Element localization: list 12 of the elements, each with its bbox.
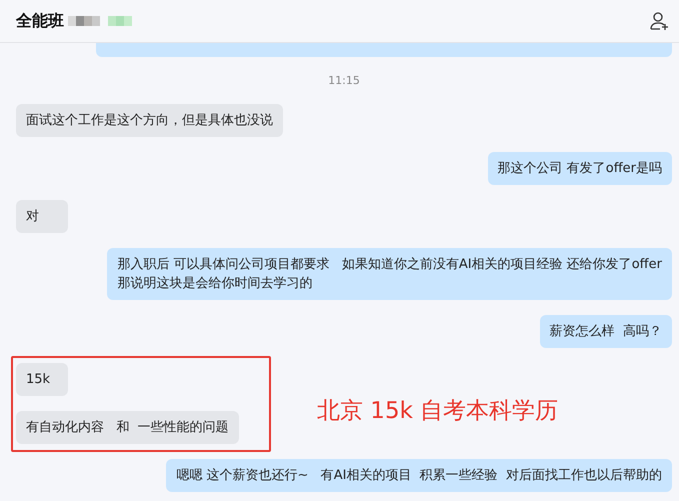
message-bubble: 15k bbox=[16, 363, 68, 396]
message-bubble: 嗯嗯 这个薪资也还行~ 有AI相关的项目 积累一些经验 对后面找工作也以后帮助的 bbox=[166, 459, 672, 492]
chat-title: 全能班 bbox=[16, 10, 64, 32]
message-bubble: 有自动化内容 和 一些性能的问题 bbox=[16, 411, 239, 444]
message-bubble: 对 bbox=[16, 200, 68, 233]
add-person-icon[interactable] bbox=[649, 10, 671, 32]
timestamp: 11:15 bbox=[328, 73, 360, 89]
annotation-text: 北京 15k 自考本科学历 bbox=[317, 397, 558, 426]
message-bubble: 薪资怎么样 高吗？ bbox=[540, 315, 672, 348]
message-bubble: 那入职后 可以具体问公司项目都要求 如果知道你之前没有AI相关的项目经验 还给你发了offer 那说明这块是会给你时间去学习的 bbox=[107, 248, 672, 300]
message-bubble: 那这个公司 有发了offer是吗 bbox=[488, 152, 672, 185]
message-bubble: 面试这个工作是这个方向，但是具体也没说 bbox=[16, 104, 283, 137]
